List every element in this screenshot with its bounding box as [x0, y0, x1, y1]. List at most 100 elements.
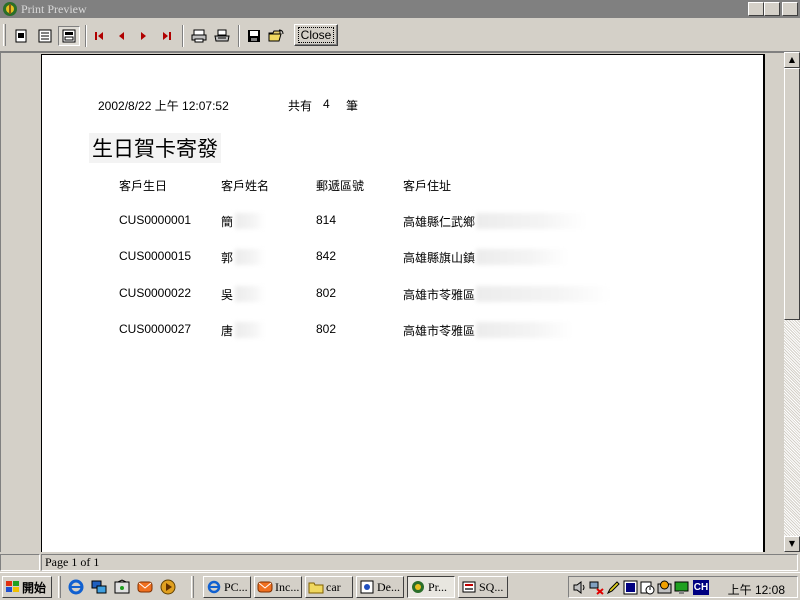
task-button[interactable]: De...	[356, 576, 404, 598]
windows-logo-icon	[6, 581, 19, 592]
multi-page-button[interactable]	[34, 26, 56, 46]
internet-explorer-icon[interactable]	[68, 579, 84, 595]
clock[interactable]: 上午 12:08	[728, 581, 785, 598]
row-address: 高雄市苓雅區	[403, 288, 476, 302]
row-address: 高雄市苓雅區	[403, 324, 476, 338]
next-page-button[interactable]	[133, 26, 155, 46]
redacted-address	[476, 249, 568, 265]
first-page-button[interactable]	[88, 26, 110, 46]
folder-icon	[308, 582, 324, 594]
row-customer-id: CUS0000027	[119, 322, 192, 336]
zoom-page-button[interactable]	[58, 26, 80, 46]
task-label: PC...	[224, 579, 248, 594]
page-info: Page 1 of 1	[41, 554, 798, 571]
sql-service-manager-icon[interactable]	[657, 580, 672, 595]
task-label: Pr...	[428, 579, 448, 594]
first-page-icon	[95, 32, 103, 40]
task-button[interactable]: PC...	[203, 576, 251, 598]
last-page-icon	[163, 32, 171, 40]
taskbar-grip	[191, 576, 194, 598]
row-zip: 802	[316, 322, 337, 336]
print-icon	[214, 29, 230, 42]
row-zip: 802	[316, 286, 337, 300]
previous-page-button[interactable]	[110, 26, 132, 46]
media-player-icon[interactable]	[160, 579, 176, 595]
minimize-button[interactable]: _	[748, 2, 764, 16]
redacted-name	[235, 249, 265, 265]
preview-viewport[interactable]: 2002/8/22 上午 12:07:52 共有 4 筆 生日賀卡寄發 客戶生日…	[0, 52, 784, 552]
network-icon[interactable]	[91, 579, 107, 595]
task-label: SQ...	[479, 579, 504, 594]
toolbar: Close	[0, 18, 800, 52]
task-scheduler-icon[interactable]	[640, 580, 655, 595]
record-count-prefix: 共有	[288, 99, 313, 113]
record-count: 4	[323, 97, 330, 111]
show-desktop-icon[interactable]	[114, 579, 130, 595]
network-disconnected-icon[interactable]	[589, 580, 604, 595]
system-tray: CH 上午 12:08	[568, 576, 798, 598]
task-button[interactable]: SQ...	[458, 576, 508, 598]
internet-explorer-icon	[207, 580, 221, 594]
print-setup-button[interactable]	[188, 26, 210, 46]
mail-icon	[257, 581, 273, 593]
column-header-address: 客戶住址	[403, 179, 452, 193]
scroll-down-button[interactable]: ▼	[784, 536, 800, 552]
vertical-scrollbar[interactable]: ▲ ▼	[784, 52, 800, 552]
single-page-icon	[15, 29, 27, 43]
record-count-suffix: 筆	[346, 99, 359, 113]
volume-icon[interactable]	[572, 580, 587, 595]
redacted-name	[235, 322, 265, 338]
design-app-icon	[360, 580, 374, 594]
column-header-name: 客戶姓名	[221, 179, 270, 193]
app-icon	[2, 1, 18, 17]
redacted-address	[476, 213, 586, 229]
scroll-thumb[interactable]	[784, 68, 800, 320]
task-label: Inc...	[275, 579, 300, 594]
row-customer-name: 吳	[221, 288, 234, 302]
task-button[interactable]: Inc...	[254, 576, 302, 598]
print-button[interactable]	[211, 26, 233, 46]
status-bar: Page 1 of 1	[0, 552, 800, 572]
row-customer-name: 唐	[221, 324, 234, 338]
window-title: Print Preview	[21, 1, 87, 16]
previous-page-icon	[119, 32, 124, 40]
task-button[interactable]: car	[305, 576, 353, 598]
row-customer-id: CUS0000001	[119, 213, 192, 227]
task-label: De...	[377, 579, 400, 594]
outlook-express-icon[interactable]	[137, 579, 153, 595]
row-customer-id: CUS0000015	[119, 249, 192, 263]
sql-server-icon	[462, 581, 476, 593]
scroll-up-button[interactable]: ▲	[784, 52, 800, 68]
row-address: 高雄縣旗山鎮	[403, 251, 476, 265]
single-page-button[interactable]	[10, 26, 32, 46]
monitor-icon[interactable]	[674, 580, 689, 595]
pen-icon[interactable]	[606, 580, 621, 595]
close-window-button[interactable]: ✕	[782, 2, 798, 16]
restore-button[interactable]: ▣	[764, 2, 780, 16]
redacted-name	[235, 286, 265, 302]
redacted-name	[235, 213, 265, 229]
close-preview-button[interactable]: Close	[294, 24, 338, 46]
open-button[interactable]	[265, 26, 287, 46]
toolbar-grip[interactable]	[3, 24, 6, 46]
zoom-page-icon	[62, 29, 76, 43]
next-page-icon	[141, 32, 146, 40]
row-customer-name: 簡	[221, 215, 234, 229]
column-header-zip: 郵遞區號	[316, 179, 365, 193]
row-customer-name: 郭	[221, 251, 234, 265]
last-page-button[interactable]	[156, 26, 178, 46]
start-button[interactable]: 開始	[2, 576, 52, 598]
report-timestamp: 2002/8/22 上午 12:07:52	[98, 99, 229, 113]
input-language-indicator[interactable]: CH	[693, 580, 709, 595]
task-label: car	[326, 579, 341, 594]
save-button[interactable]	[243, 26, 265, 46]
multi-page-icon	[38, 29, 52, 43]
app-icon	[412, 581, 424, 593]
row-address: 高雄縣仁武鄉	[403, 215, 476, 229]
column-header-birthday: 客戶生日	[119, 179, 168, 193]
redacted-address	[476, 322, 572, 338]
display-settings-icon[interactable]	[623, 580, 638, 595]
start-label: 開始	[22, 580, 47, 595]
close-preview-label: Close	[297, 27, 335, 43]
task-button-active[interactable]: Pr...	[407, 576, 455, 598]
